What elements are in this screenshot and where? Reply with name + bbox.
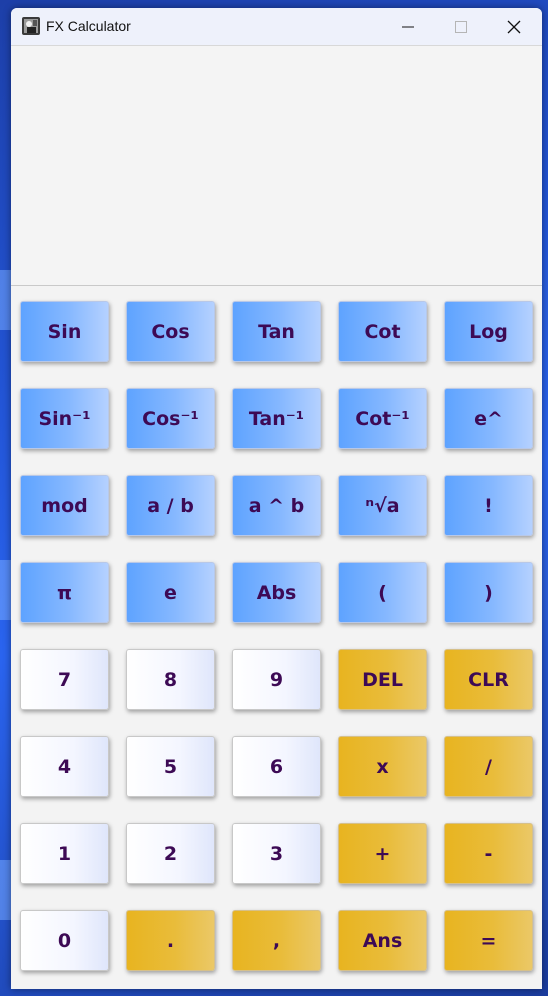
close-paren-button[interactable]: ) — [444, 562, 533, 623]
arccos-button[interactable]: Cos⁻¹ — [126, 388, 215, 449]
clear-button[interactable]: CLR — [444, 649, 533, 710]
exp-button[interactable]: e^ — [444, 388, 533, 449]
maximize-icon — [455, 20, 467, 33]
open-paren-button[interactable]: ( — [338, 562, 427, 623]
abs-button[interactable]: Abs — [232, 562, 321, 623]
minimize-icon — [402, 26, 414, 27]
digit-1-button[interactable]: 1 — [20, 823, 109, 884]
mod-button[interactable]: mod — [20, 475, 109, 536]
answer-button[interactable]: Ans — [338, 910, 427, 971]
delete-button[interactable]: DEL — [338, 649, 427, 710]
digit-7-button[interactable]: 7 — [20, 649, 109, 710]
power-button[interactable]: a ^ b — [232, 475, 321, 536]
sin-button[interactable]: Sin — [20, 301, 109, 362]
digit-2-button[interactable]: 2 — [126, 823, 215, 884]
arctan-button[interactable]: Tan⁻¹ — [232, 388, 321, 449]
decimal-point-button[interactable]: . — [126, 910, 215, 971]
digit-9-button[interactable]: 9 — [232, 649, 321, 710]
multiply-button[interactable]: x — [338, 736, 427, 797]
close-icon — [507, 20, 521, 33]
tan-button[interactable]: Tan — [232, 301, 321, 362]
window-title: FX Calculator — [46, 18, 131, 34]
keypad: Sin Cos Tan Cot Log Sin⁻¹ Cos⁻¹ Tan⁻¹ Cot⁻¹ e^ mod… — [11, 286, 542, 989]
app-photo-icon — [22, 17, 40, 35]
factorial-button[interactable]: ! — [444, 475, 533, 536]
add-button[interactable]: + — [338, 823, 427, 884]
equals-button[interactable]: = — [444, 910, 533, 971]
divide-button[interactable]: / — [444, 736, 533, 797]
cot-button[interactable]: Cot — [338, 301, 427, 362]
pi-button[interactable]: π — [20, 562, 109, 623]
digit-3-button[interactable]: 3 — [232, 823, 321, 884]
nth-root-button[interactable]: ⁿ√a — [338, 475, 427, 536]
log-button[interactable]: Log — [444, 301, 533, 362]
comma-button[interactable]: , — [232, 910, 321, 971]
calculator-display — [11, 46, 542, 286]
close-button[interactable] — [491, 8, 537, 45]
cos-button[interactable]: Cos — [126, 301, 215, 362]
euler-button[interactable]: e — [126, 562, 215, 623]
digit-0-button[interactable]: 0 — [20, 910, 109, 971]
calculator-window: FX Calculator Sin Cos Tan Cot Log Sin⁻¹ Cos⁻¹ T… — [11, 8, 542, 989]
arccot-button[interactable]: Cot⁻¹ — [338, 388, 427, 449]
maximize-button[interactable] — [438, 8, 484, 45]
arcsin-button[interactable]: Sin⁻¹ — [20, 388, 109, 449]
subtract-button[interactable]: - — [444, 823, 533, 884]
digit-6-button[interactable]: 6 — [232, 736, 321, 797]
minimize-button[interactable] — [385, 8, 431, 45]
digit-4-button[interactable]: 4 — [20, 736, 109, 797]
title-bar[interactable]: FX Calculator — [11, 8, 542, 46]
digit-5-button[interactable]: 5 — [126, 736, 215, 797]
digit-8-button[interactable]: 8 — [126, 649, 215, 710]
fraction-button[interactable]: a / b — [126, 475, 215, 536]
